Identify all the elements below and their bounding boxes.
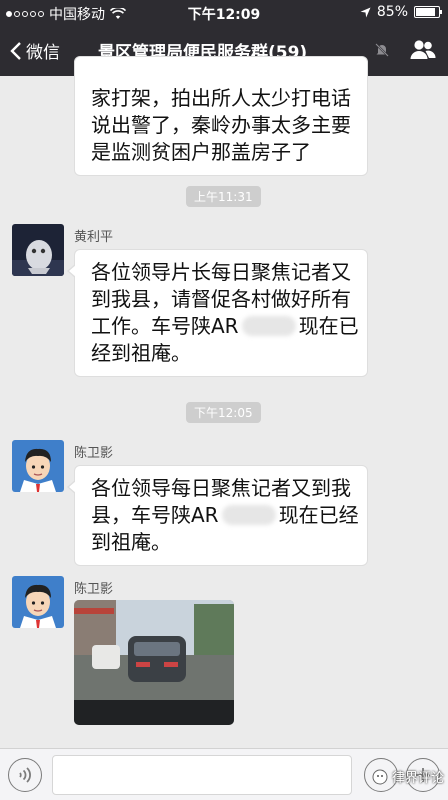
message-text: 工作。车号陕AR [91, 314, 239, 338]
message-line: 县，车号陕AR 现在已经 [91, 502, 359, 529]
battery-percent: 85% [376, 4, 408, 20]
voice-icon [19, 767, 31, 783]
avatar[interactable] [12, 440, 64, 492]
message-text: 到祖庵。 [91, 530, 171, 554]
owl-avatar-image [12, 224, 64, 276]
cartoon-avatar-image [12, 440, 64, 492]
location-arrow-icon [360, 7, 371, 17]
watermark-logo-icon [372, 769, 388, 784]
sender-name: 陈卫影 [74, 582, 114, 597]
input-bar: 律界评论 [0, 748, 448, 800]
back-button[interactable]: 微信 [10, 38, 60, 63]
message-bubble[interactable]: 家打架，拍出所人太少打电话 说出警了，秦岭办事太多主要 是监测贫困户那盖房子了 [74, 56, 368, 176]
timestamp: 上午11:31 [186, 186, 261, 207]
photo-message[interactable] [74, 600, 234, 725]
street-photo-image [74, 600, 234, 725]
sender-name: 陈卫影 [74, 446, 114, 461]
status-bar: 中国移动 下午12:09 85% [0, 0, 448, 26]
watermark: 律界评论 [372, 767, 444, 786]
battery-area: 85% [360, 4, 442, 20]
avatar[interactable] [12, 224, 64, 276]
message-bubble[interactable]: 各位领导片长每日聚焦记者又 到我县，请督促各村做好所有 工作。车号陕AR 现在已 … [67, 249, 368, 377]
chevron-left-icon [10, 41, 21, 60]
message-text: 是监测贫困户那盖房子了 [91, 140, 311, 164]
avatar[interactable] [12, 576, 64, 628]
people-icon[interactable] [410, 39, 436, 61]
message-text: 家打架，拍出所人太少打电话 [91, 86, 351, 110]
message-text: 经到祖庵。 [91, 341, 191, 365]
message-input[interactable] [52, 755, 352, 795]
message-text: 各位领导片长每日聚焦记者又 [91, 260, 351, 284]
message-bubble[interactable]: 各位领导每日聚焦记者又到我 县，车号陕AR 现在已经 到祖庵。 [67, 465, 368, 566]
message-text: 县，车号陕AR [91, 503, 219, 527]
battery-level [416, 8, 435, 16]
voice-button[interactable] [8, 758, 42, 792]
cartoon-avatar-image [12, 576, 64, 628]
back-label: 微信 [26, 43, 60, 63]
timestamp: 下午12:05 [186, 402, 261, 423]
message-text: 现在已 [298, 314, 359, 338]
blurred-plate [241, 316, 296, 336]
message-text: 说出警了，秦岭办事太多主要 [91, 113, 351, 137]
sender-name: 黄利平 [74, 230, 114, 245]
watermark-text: 律界评论 [391, 771, 444, 786]
message-line: 工作。车号陕AR 现在已 [91, 313, 359, 340]
message-text: 到我县，请督促各村做好所有 [91, 287, 351, 311]
blurred-plate [221, 505, 276, 525]
battery-icon [414, 6, 442, 18]
message-text: 各位领导每日聚焦记者又到我 [91, 476, 351, 500]
message-text: 现在已经 [278, 503, 359, 527]
mute-bell-icon [375, 43, 389, 57]
